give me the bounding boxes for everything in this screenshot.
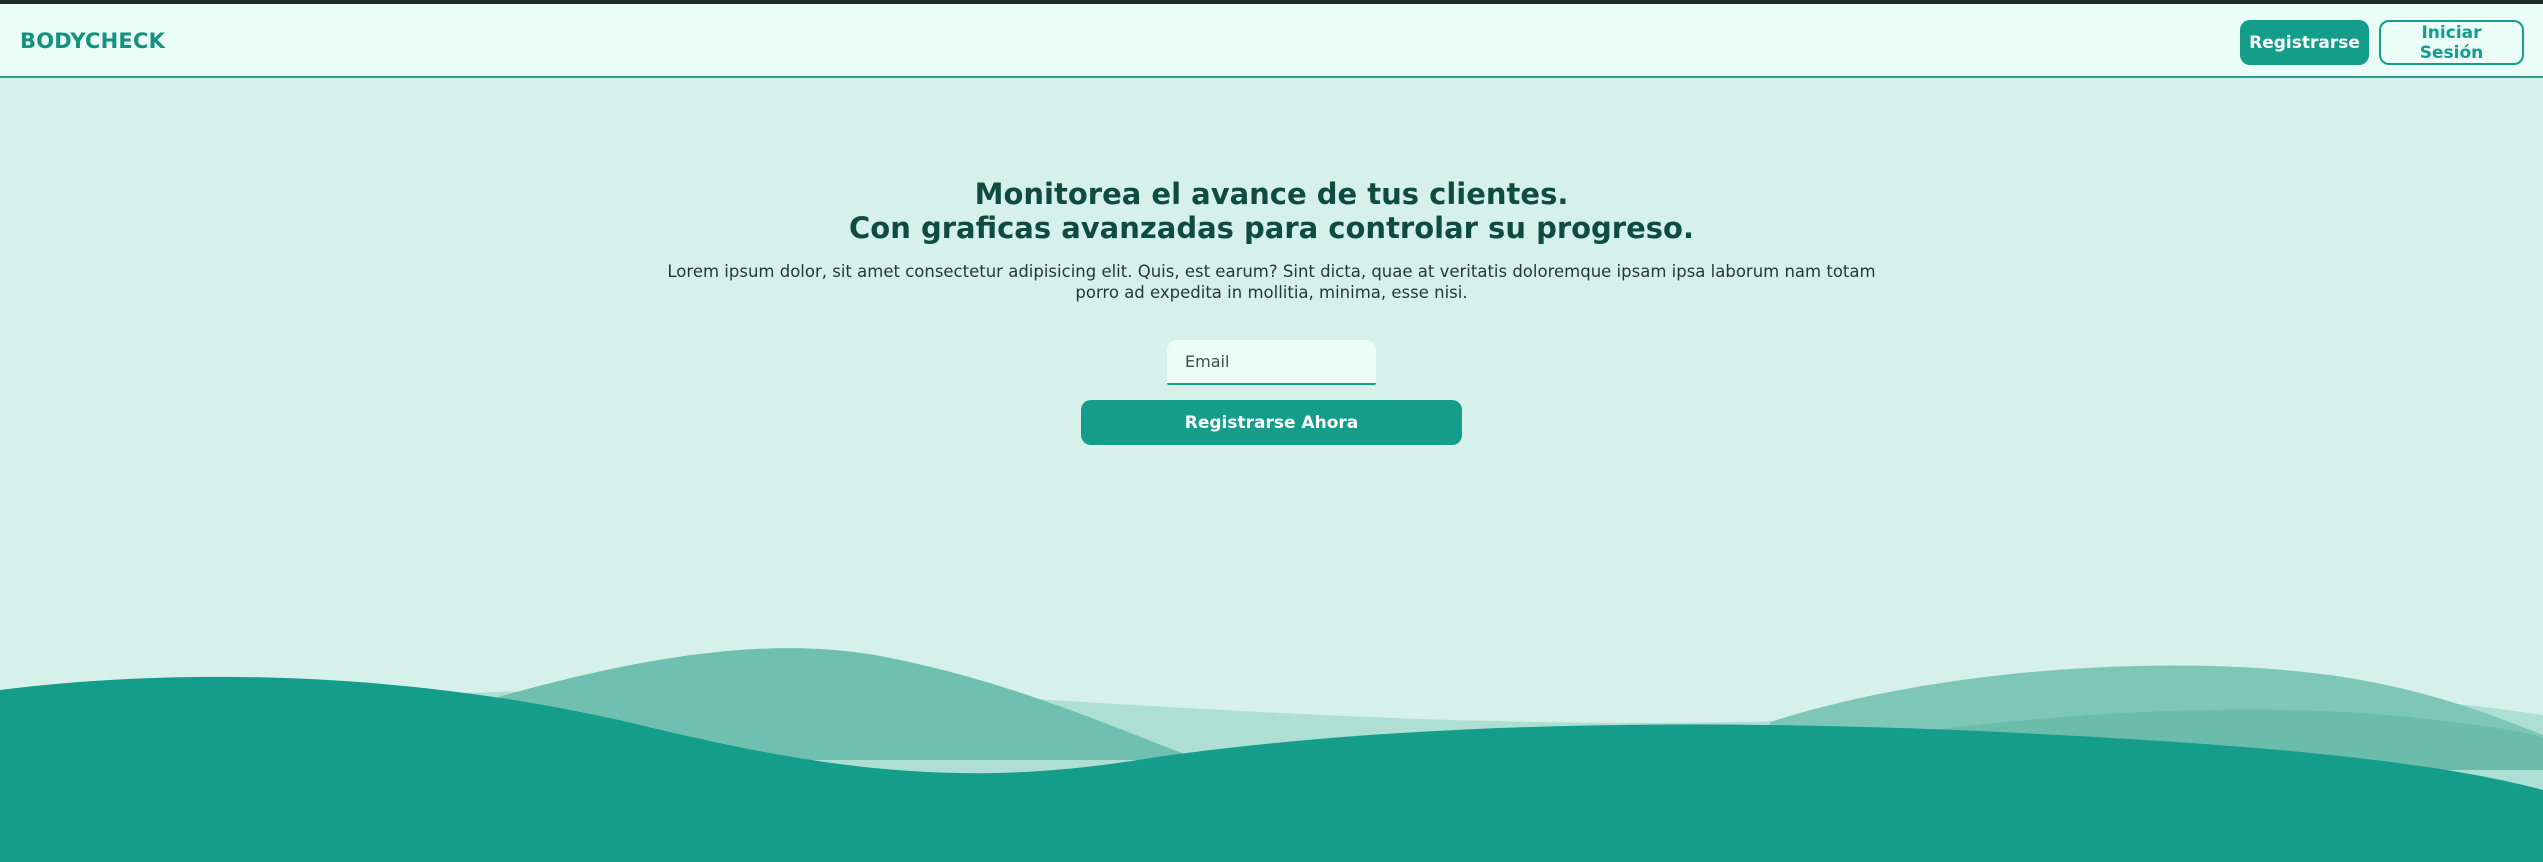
hero-title: Monitorea el avance de tus clientes. Con… (0, 177, 2543, 245)
register-now-button[interactable]: Registrarse Ahora (1081, 400, 1462, 445)
email-input[interactable] (1167, 340, 1376, 385)
navbar: BODYCHECK Registrarse Iniciar Sesión (0, 4, 2543, 78)
hero-title-line-1: Monitorea el avance de tus clientes. (974, 177, 1569, 211)
decorative-waves (0, 648, 2543, 862)
register-button[interactable]: Registrarse (2240, 20, 2369, 65)
hero-title-line-2: Con graficas avanzadas para controlar su… (849, 211, 1694, 245)
brand-logo[interactable]: BODYCHECK (20, 29, 165, 53)
hero-description: Lorem ipsum dolor, sit amet consectetur … (667, 262, 1876, 302)
login-button[interactable]: Iniciar Sesión (2379, 20, 2524, 65)
